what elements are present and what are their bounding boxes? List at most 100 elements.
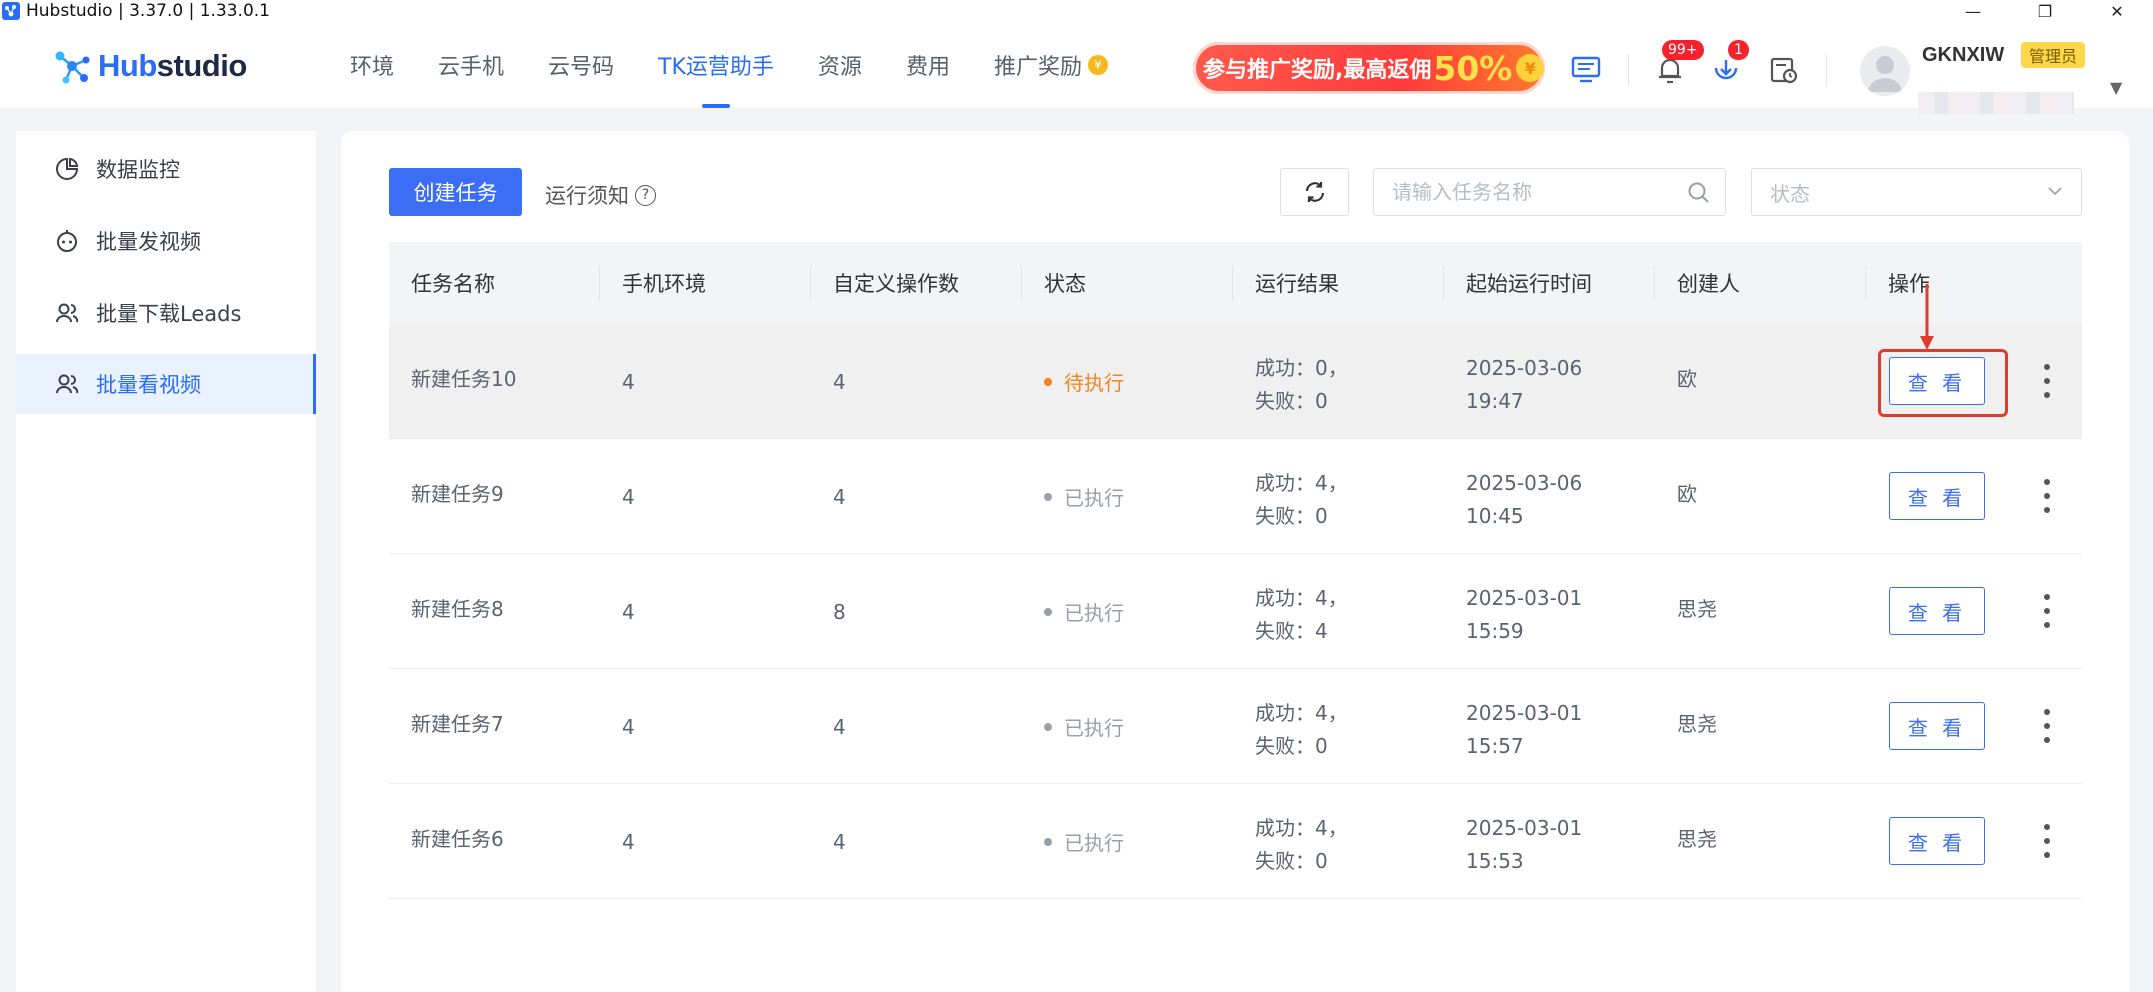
divider <box>1826 54 1827 86</box>
status-cell: 已执行 <box>1044 439 1124 554</box>
view-button[interactable]: 查 看 <box>1889 587 1985 635</box>
promo-coin-icon: ¥ <box>1516 54 1545 82</box>
schedule-icon[interactable] <box>1766 52 1802 88</box>
nav-fees[interactable]: 费用 <box>906 22 950 108</box>
table-row: 新建任务9 4 4 已执行 成功：4， 失败：0 2025-03-06 10:45 … <box>389 439 2082 554</box>
status-dot <box>1044 722 1052 731</box>
creator-cell: 思尧 <box>1677 712 1717 736</box>
task-search-field[interactable] <box>1373 168 1726 216</box>
refresh-button[interactable] <box>1280 168 1349 216</box>
nav-resources[interactable]: 资源 <box>818 22 862 108</box>
more-options-icon[interactable] <box>2041 824 2053 858</box>
start-date: 2025-03-01 <box>1466 701 1583 725</box>
result-fail: 失败：0 <box>1255 389 1328 413</box>
sidebar-item-batch-leads[interactable]: 批量下载Leads <box>16 283 316 343</box>
window-titlebar: Hubstudio | 3.37.0 | 1.33.0.1 — ❐ ✕ <box>0 0 2153 22</box>
view-button[interactable]: 查 看 <box>1889 472 1985 520</box>
search-icon[interactable] <box>1687 181 1711 209</box>
task-name-cell: 新建任务9 <box>411 482 504 506</box>
view-button[interactable]: 查 看 <box>1889 702 1985 750</box>
status-select[interactable]: 状态 <box>1751 168 2082 216</box>
users-icon <box>54 371 80 397</box>
task-name-cell: 新建任务8 <box>411 597 504 621</box>
search-input[interactable] <box>1392 180 1672 204</box>
status-text: 已执行 <box>1064 601 1124 625</box>
nav-cloud-number[interactable]: 云号码 <box>548 22 614 108</box>
result-success: 成功：4， <box>1255 816 1348 840</box>
minimize-button[interactable]: — <box>1937 0 2009 22</box>
more-options-icon[interactable] <box>2041 594 2053 628</box>
blurred-account-info <box>1918 92 2074 114</box>
result-success: 成功：4， <box>1255 701 1348 725</box>
start-date: 2025-03-06 <box>1466 471 1583 495</box>
notification-badge: 99+ <box>1662 40 1704 60</box>
ops-count-cell: 4 <box>833 714 846 739</box>
result-cell: 成功：0， 失败：0 <box>1255 352 1348 418</box>
window-title: Hubstudio | 3.37.0 | 1.33.0.1 <box>26 1 270 21</box>
start-time-cell: 2025-03-01 15:53 <box>1466 812 1582 878</box>
status-text: 已执行 <box>1064 831 1124 855</box>
sidebar-item-data-monitor[interactable]: 数据监控 <box>16 139 316 199</box>
more-options-icon[interactable] <box>2041 709 2053 743</box>
start-clock: 15:57 <box>1466 734 1524 758</box>
bell-icon[interactable]: 99+ <box>1652 40 1704 88</box>
result-cell: 成功：4， 失败：0 <box>1255 467 1348 533</box>
status-cell: 已执行 <box>1044 669 1124 784</box>
start-date: 2025-03-06 <box>1466 356 1583 380</box>
col-phone-env: 手机环境 <box>622 272 706 296</box>
start-date: 2025-03-01 <box>1466 586 1583 610</box>
nav-tk-assistant[interactable]: TK运营助手 <box>658 22 774 108</box>
nav-cloud-phone[interactable]: 云手机 <box>438 22 504 108</box>
creator-cell: 思尧 <box>1677 597 1717 621</box>
run-notice-label: 运行须知 <box>545 184 629 208</box>
coin-icon: ¥ <box>1087 55 1108 75</box>
col-task-name: 任务名称 <box>411 272 495 296</box>
table-header: 任务名称 手机环境 自定义操作数 状态 运行结果 起始运行时间 创建人 操作 <box>389 242 2082 324</box>
phone-env-cell: 4 <box>622 484 635 509</box>
start-time-cell: 2025-03-01 15:57 <box>1466 697 1582 763</box>
main-panel: 创建任务 运行须知 ? 状态 任务名称 手机环境 自定义操作数 状态 运行结果 … <box>341 131 2129 992</box>
restore-button[interactable]: ❐ <box>2009 0 2081 22</box>
hubstudio-logo[interactable]: Hubstudio <box>52 46 247 86</box>
column-divider <box>1232 266 1233 300</box>
close-button[interactable]: ✕ <box>2081 0 2153 22</box>
nav-referral-reward[interactable]: 推广奖励 ¥ <box>994 22 1108 108</box>
col-creator: 创建人 <box>1677 272 1740 296</box>
ops-count-cell: 4 <box>833 829 846 854</box>
screen-icon[interactable] <box>1568 52 1604 88</box>
column-divider <box>1443 266 1444 300</box>
column-divider <box>599 266 600 300</box>
download-icon[interactable]: 1 <box>1708 40 1749 88</box>
task-name-cell: 新建任务10 <box>411 367 517 391</box>
phone-env-cell: 4 <box>622 714 635 739</box>
promo-banner[interactable]: 参与推广奖励,最高返佣 50% ¥ <box>1193 42 1545 94</box>
more-options-icon[interactable] <box>2041 479 2053 513</box>
more-options-icon[interactable] <box>2041 364 2053 398</box>
phone-env-cell: 4 <box>622 829 635 854</box>
users-icon <box>54 300 80 326</box>
status-cell: 已执行 <box>1044 554 1124 669</box>
table-row: 新建任务10 4 4 待执行 成功：0， 失败：0 2025-03-06 19:47… <box>389 324 2082 439</box>
chevron-down-icon[interactable]: ▼ <box>2110 78 2122 97</box>
nav-referral-label: 推广奖励 <box>993 55 1082 80</box>
table-row: 新建任务8 4 8 已执行 成功：4， 失败：4 2025-03-01 15:59 … <box>389 554 2082 669</box>
ops-count-cell: 4 <box>833 484 846 509</box>
run-notice-link[interactable]: 运行须知 ? <box>545 180 656 210</box>
status-cell: 已执行 <box>1044 784 1124 899</box>
result-cell: 成功：4， 失败：4 <box>1255 582 1348 648</box>
sidebar-item-batch-post[interactable]: 批量发视频 <box>16 211 316 271</box>
creator-cell: 思尧 <box>1677 827 1717 851</box>
table-row: 新建任务6 4 4 已执行 成功：4， 失败：0 2025-03-01 15:53 … <box>389 784 2082 899</box>
creator-cell: 欧 <box>1677 367 1697 391</box>
start-time-cell: 2025-03-06 19:47 <box>1466 352 1582 418</box>
avatar[interactable] <box>1860 46 1910 96</box>
nav-environment[interactable]: 环境 <box>350 22 394 108</box>
start-time-cell: 2025-03-01 15:59 <box>1466 582 1582 648</box>
start-clock: 15:53 <box>1466 849 1524 873</box>
sidebar-item-batch-watch[interactable]: 批量看视频 <box>16 354 316 414</box>
create-task-button[interactable]: 创建任务 <box>389 168 522 216</box>
sidebar-item-label: 批量看视频 <box>96 373 201 397</box>
col-status: 状态 <box>1044 272 1086 296</box>
view-button[interactable]: 查 看 <box>1889 817 1985 865</box>
status-text: 待执行 <box>1064 371 1124 395</box>
